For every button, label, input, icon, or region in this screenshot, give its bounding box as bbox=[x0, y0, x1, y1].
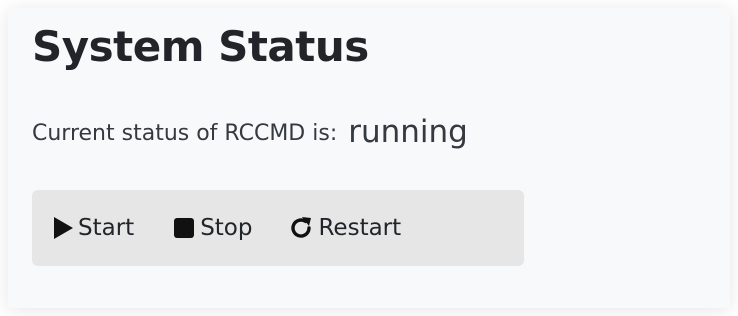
restart-button-label: Restart bbox=[318, 215, 402, 241]
status-label: Current status of RCCMD is: bbox=[32, 121, 338, 146]
start-button[interactable]: Start bbox=[52, 215, 134, 241]
start-button-label: Start bbox=[78, 215, 135, 241]
restart-button[interactable]: Restart bbox=[288, 215, 401, 241]
stop-icon bbox=[172, 216, 196, 240]
service-control-group: Start Stop Restart bbox=[32, 190, 524, 266]
play-icon bbox=[52, 216, 74, 240]
stop-button[interactable]: Stop bbox=[172, 215, 252, 241]
status-value: running bbox=[348, 114, 468, 150]
status-line: Current status of RCCMD is: running bbox=[32, 112, 468, 152]
system-status-panel: System Status Current status of RCCMD is… bbox=[8, 8, 730, 308]
restart-icon bbox=[288, 215, 314, 241]
page-title: System Status bbox=[32, 22, 369, 71]
stop-button-label: Stop bbox=[200, 215, 253, 241]
